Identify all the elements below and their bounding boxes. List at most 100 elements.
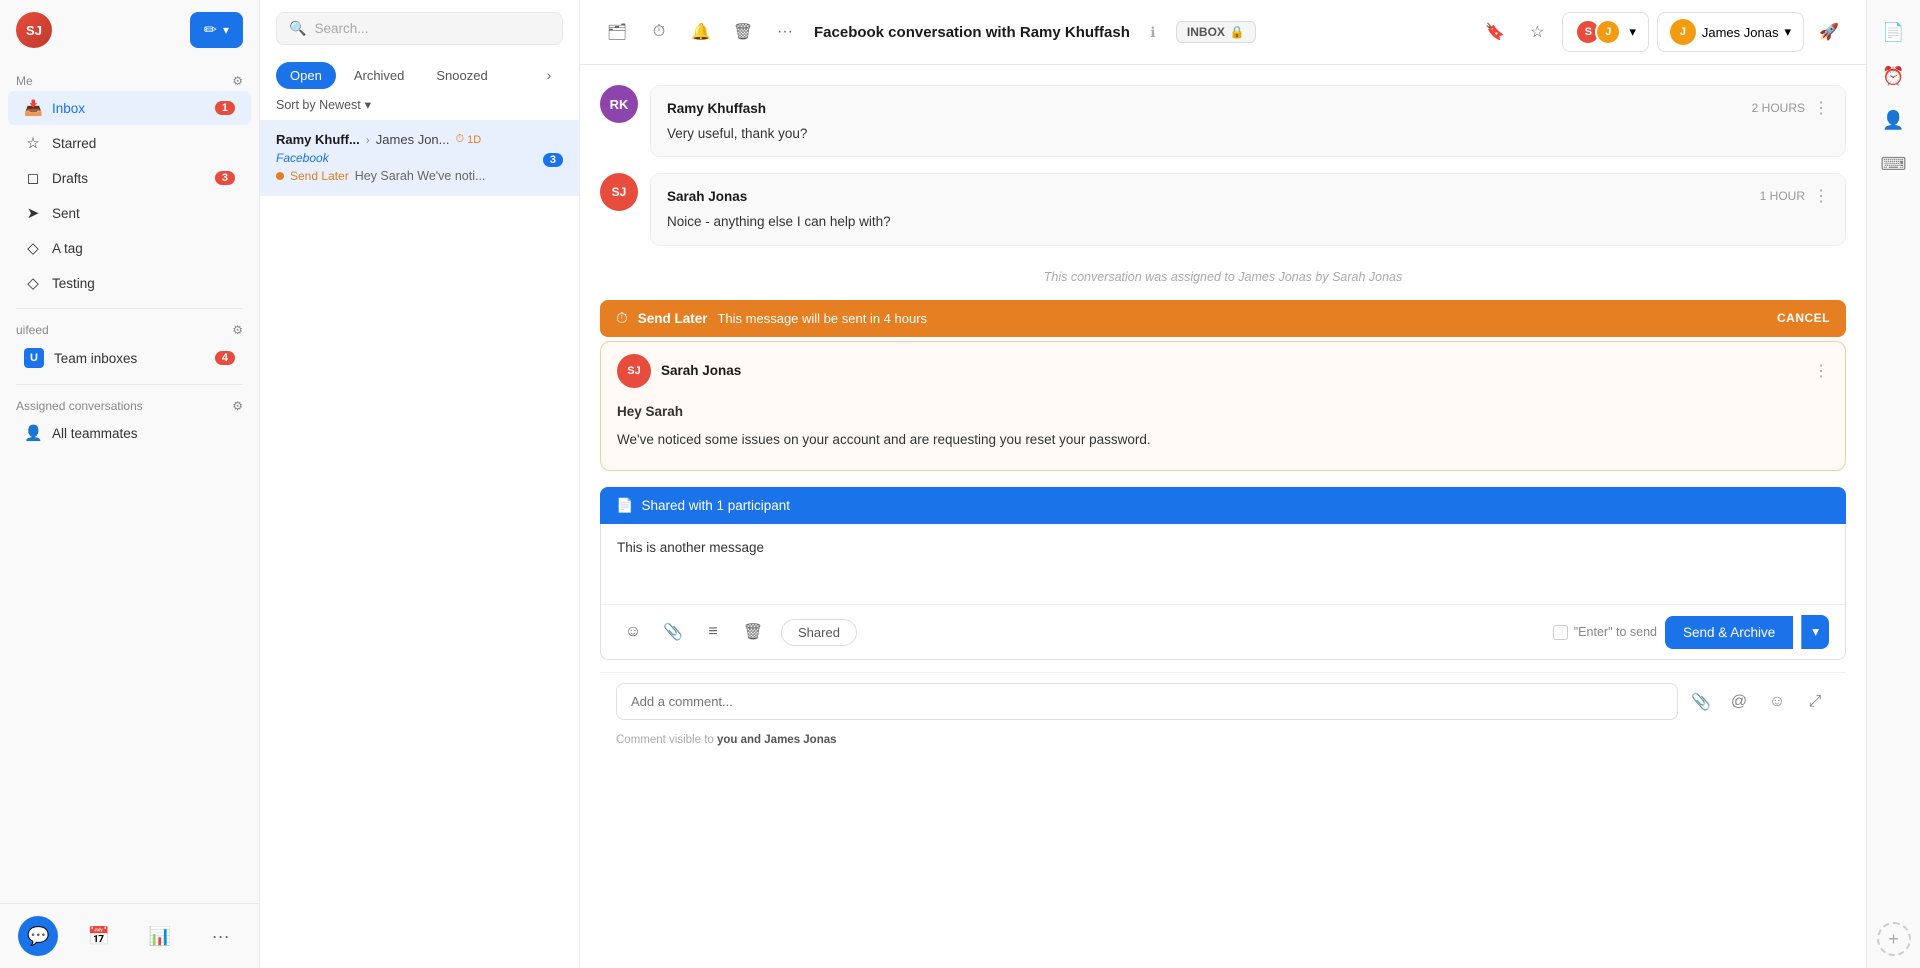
comment-emoji-button[interactable]: ☺ — [1762, 687, 1792, 717]
send-button[interactable]: 🚀 — [1812, 15, 1846, 49]
message-more-icon[interactable]: ⋮ — [1813, 361, 1829, 381]
sort-bar[interactable]: Sort by Newest ▾ — [260, 89, 579, 120]
shared-pill[interactable]: Shared — [781, 619, 857, 646]
timer-icon: ⏱ — [456, 133, 465, 146]
tab-snoozed[interactable]: Snoozed — [422, 62, 501, 89]
rp-add-button[interactable]: + — [1877, 922, 1911, 956]
sidebar-item-starred[interactable]: ☆ Starred — [8, 126, 251, 160]
comment-mention-button[interactable]: @ — [1724, 687, 1754, 717]
tabs-more-button[interactable]: › — [535, 61, 563, 89]
send-archive-dropdown-button[interactable]: ▾ — [1801, 615, 1829, 649]
conv-preview-text: Hey Sarah We've noti... — [355, 169, 486, 183]
comment-input[interactable] — [616, 683, 1678, 720]
compose-icon: ✏ — [204, 20, 217, 40]
conv-timer: ⏱ 1D — [456, 133, 482, 146]
sender-avatar: SJ — [617, 354, 651, 388]
sidebar-item-team-inboxes[interactable]: U Team inboxes 4 — [8, 340, 251, 376]
conv-list-header: 🔍 — [260, 0, 579, 53]
compose-editor[interactable]: This is another message — [601, 524, 1845, 604]
message-header: SJ Sarah Jonas ⋮ — [617, 354, 1829, 388]
archive-button[interactable]: 🗂 — [600, 15, 634, 49]
compose-section: 📄 Shared with 1 participant This is anot… — [600, 487, 1846, 660]
settings-icon[interactable]: ⚙ — [232, 74, 243, 88]
search-bar[interactable]: 🔍 — [276, 12, 563, 45]
sidebar-nav: Me ⚙ 📥 Inbox 1 ☆ Starred ◻ Drafts 3 ➤ Se… — [0, 60, 259, 903]
send-archive-button[interactable]: Send & Archive — [1665, 616, 1793, 649]
emoji-button[interactable]: ☺ — [617, 616, 649, 648]
delete-draft-button[interactable]: 🗑 — [737, 616, 769, 648]
message-time: 2 HOURS ⋮ — [1752, 98, 1829, 118]
sidebar-item-label: Inbox — [52, 101, 205, 116]
shared-banner: 📄 Shared with 1 participant — [600, 487, 1846, 524]
agent-selector[interactable]: S J ▾ — [1562, 12, 1649, 52]
sidebar-item-drafts[interactable]: ◻ Drafts 3 — [8, 161, 251, 195]
star-icon: ☆ — [1530, 22, 1544, 42]
comment-mention-icon: @ — [1731, 693, 1747, 711]
chat-nav-button[interactable]: 💬 — [18, 916, 58, 956]
agent-name-button[interactable]: J James Jonas ▾ — [1657, 12, 1804, 52]
format-button[interactable]: ≡ — [697, 616, 729, 648]
header-actions: 🔖 ☆ S J ▾ J James Jonas ▾ 🚀 — [1478, 12, 1846, 52]
message-more-icon[interactable]: ⋮ — [1813, 98, 1829, 118]
stats-nav-button[interactable]: 📊 — [140, 916, 180, 956]
chat-icon: 💬 — [27, 926, 49, 947]
tab-archived[interactable]: Archived — [340, 62, 419, 89]
comment-attachment-button[interactable]: 📎 — [1686, 687, 1716, 717]
sidebar-item-all-teammates[interactable]: 👤 All teammates — [8, 416, 251, 450]
send-later-icon: ⏱ — [616, 310, 628, 327]
rp-clock-button[interactable]: ⏰ — [1874, 56, 1914, 96]
rp-contact-button[interactable]: 👤 — [1874, 100, 1914, 140]
compose-button[interactable]: ✏ ▾ — [190, 12, 243, 48]
tab-open[interactable]: Open — [276, 62, 336, 89]
cancel-send-later-button[interactable]: CANCEL — [1777, 311, 1830, 325]
message-more-icon[interactable]: ⋮ — [1813, 186, 1829, 206]
search-input[interactable] — [314, 21, 550, 36]
message-content: Sarah Jonas 1 HOUR ⋮ Noice - anything el… — [650, 173, 1846, 245]
calendar-icon: 📅 — [88, 926, 110, 947]
sidebar-item-inbox[interactable]: 📥 Inbox 1 — [8, 91, 251, 125]
assigned-settings-icon[interactable]: ⚙ — [232, 399, 243, 413]
sidebar-item-label: All teammates — [52, 426, 235, 441]
conv-from: Ramy Khuff... — [276, 132, 360, 147]
drafts-icon: ◻ — [24, 169, 42, 187]
trash-icon: 🗑 — [733, 22, 753, 42]
rocket-icon: 🚀 — [1819, 22, 1839, 42]
agent-selector-chevron-icon: ▾ — [1629, 24, 1636, 40]
sidebar-item-label: Team inboxes — [54, 351, 205, 366]
calendar-nav-button[interactable]: 📅 — [79, 916, 119, 956]
send-archive-dropdown-icon: ▾ — [1812, 624, 1819, 639]
testing-icon: ◇ — [24, 274, 42, 292]
message-header: Sarah Jonas 1 HOUR ⋮ — [667, 186, 1829, 206]
enter-to-send-checkbox[interactable] — [1553, 625, 1568, 640]
message-content: Ramy Khuffash 2 HOURS ⋮ Very useful, tha… — [650, 85, 1846, 157]
info-button[interactable]: ℹ — [1140, 19, 1166, 45]
header-tools: 🗂 ⏱ 🔔 🗑 ··· — [600, 15, 802, 49]
sidebar-item-sent[interactable]: ➤ Sent — [8, 196, 251, 230]
sidebar-item-testing[interactable]: ◇ Testing — [8, 266, 251, 300]
comment-expand-button[interactable]: ⤢ — [1800, 687, 1830, 717]
timer-button[interactable]: ⏱ — [642, 15, 676, 49]
conv-channel: Facebook — [276, 151, 329, 165]
sidebar-item-a-tag[interactable]: ◇ A tag — [8, 231, 251, 265]
notifications-button[interactable]: 🔔 — [684, 15, 718, 49]
enter-to-send-label: "Enter" to send — [1574, 625, 1657, 639]
more-nav-button[interactable]: ··· — [201, 916, 241, 956]
team-settings-icon[interactable]: ⚙ — [232, 323, 243, 337]
format-icon: ≡ — [708, 623, 717, 641]
sidebar-item-label: Sent — [52, 206, 235, 221]
sidebar-item-label: Testing — [52, 276, 235, 291]
bookmark-button[interactable]: 🔖 — [1478, 15, 1512, 49]
rp-keyboard-button[interactable]: ⌨ — [1874, 144, 1914, 184]
rp-article-button[interactable]: 📄 — [1874, 12, 1914, 52]
attachment-button[interactable]: 📎 — [657, 616, 689, 648]
conversation-item[interactable]: Ramy Khuff... › James Jon... ⏱ 1D Facebo… — [260, 120, 579, 196]
favorite-button[interactable]: ☆ — [1520, 15, 1554, 49]
messages-area: RK Ramy Khuffash 2 HOURS ⋮ Very useful, … — [580, 65, 1866, 968]
team-inbox-icon: U — [24, 348, 44, 368]
more-button[interactable]: ··· — [768, 15, 802, 49]
delete-button[interactable]: 🗑 — [726, 15, 760, 49]
conversation-list: 🔍 Open Archived Snoozed › Sort by Newest… — [260, 0, 580, 968]
main-content: 🗂 ⏱ 🔔 🗑 ··· Facebook conversation with R… — [580, 0, 1866, 968]
send-later-desc: This message will be sent in 4 hours — [717, 311, 1767, 326]
message-text: Noice - anything else I can help with? — [667, 212, 1829, 232]
